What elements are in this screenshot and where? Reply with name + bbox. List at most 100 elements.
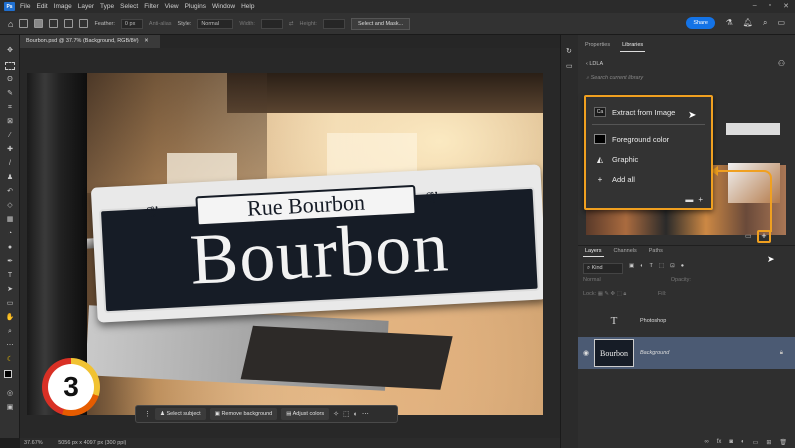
filter-adjust-icon[interactable]: ◐ — [640, 263, 643, 274]
document-tab[interactable]: Bourbon.psd @ 37.7% (Background, RGB/8#)… — [20, 35, 160, 48]
document-image[interactable]: ❦ Rue Bourbon ❦ Bourbon — [27, 73, 543, 415]
eraser-icon[interactable]: ◇ — [5, 202, 15, 210]
select-subject-button[interactable]: ♟ Select subject — [155, 408, 206, 420]
frame-tool-icon[interactable]: ⊠ — [5, 118, 15, 126]
layer-row-selected[interactable]: ◉ Bourbon Background 🔒︎ — [578, 337, 795, 369]
menu-item-add-all[interactable]: + Add all — [594, 174, 635, 184]
zoom-tool-icon[interactable]: ⌕ — [5, 328, 15, 336]
foreground-color-swatch[interactable] — [4, 370, 12, 378]
screen-mode-icon[interactable]: ▣ — [5, 404, 15, 412]
adjustment-icon[interactable]: ◐ — [741, 439, 745, 445]
zoom-level[interactable]: 37.67% — [24, 440, 43, 446]
workspace-icon[interactable]: ▭ — [777, 18, 785, 28]
layer-name[interactable]: Background — [640, 350, 669, 356]
kind-filter-select[interactable]: ⌕ Kind — [583, 263, 623, 274]
library-search-input[interactable]: ⌕ Search current library — [586, 75, 643, 82]
feather-input[interactable]: 0 px — [120, 18, 143, 29]
drag-handle-icon[interactable]: ⋮ — [144, 410, 151, 418]
menu-filter[interactable]: Filter — [144, 3, 158, 10]
brush-tool-icon[interactable]: / — [5, 160, 15, 168]
close-tab-icon[interactable]: ✕ — [144, 38, 149, 44]
library-folder-icon[interactable]: ▭ — [745, 232, 752, 240]
filter-type-icon[interactable]: T — [650, 263, 653, 274]
banana-icon[interactable]: ☾ — [5, 356, 15, 364]
remove-background-button[interactable]: ▣ Remove background — [209, 408, 278, 420]
filter-toggle-icon[interactable]: ● — [681, 263, 684, 274]
select-and-mask-button[interactable]: Select and Mask... — [350, 17, 411, 30]
crop-tool-icon[interactable]: ⌗ — [5, 104, 15, 112]
path-select-icon[interactable]: ➤ — [5, 286, 15, 294]
lock-icons[interactable]: ▦ ✎ ✥ ⬚ 🔒︎ — [598, 291, 627, 297]
trash-icon[interactable]: 🗑︎ — [779, 439, 787, 446]
marquee-tool-icon[interactable] — [5, 62, 15, 70]
mask-icon[interactable]: ◙ — [729, 439, 733, 445]
adjust-colors-button[interactable]: ▤ Adjust colors — [281, 408, 330, 420]
shape-tool-icon[interactable]: ▭ — [5, 300, 15, 308]
menu-layer[interactable]: Layer — [78, 3, 94, 10]
history-icon[interactable]: ↻ — [566, 47, 572, 55]
library-back-link[interactable]: ‹ LDLA — [586, 61, 603, 67]
share-button[interactable]: Share — [686, 17, 715, 29]
search-icon[interactable]: ⌕ — [763, 18, 767, 28]
layer-name[interactable]: Photoshop — [640, 318, 666, 324]
history-brush-icon[interactable]: ↶ — [5, 188, 15, 196]
move-tool-icon[interactable]: ✥ — [5, 47, 15, 55]
menu-item-foreground-color[interactable]: Foreground color — [594, 134, 669, 144]
transform-icon[interactable]: ⬚ — [343, 410, 350, 418]
visibility-eye-icon[interactable]: ◉ — [583, 349, 589, 357]
opacity-label[interactable]: Opacity: — [671, 277, 691, 283]
tab-layers[interactable]: Layers — [583, 246, 604, 257]
comments-icon[interactable]: ▭ — [566, 62, 573, 70]
menu-file[interactable]: File — [20, 3, 30, 10]
home-icon[interactable]: ⌂ — [8, 19, 13, 29]
gradient-tool-icon[interactable]: ▦ — [5, 216, 15, 224]
magic-icon[interactable]: ✧ — [333, 410, 339, 418]
quick-select-icon[interactable]: ✎ — [5, 90, 15, 98]
blend-mode-select[interactable]: Normal — [583, 277, 601, 283]
new-selection-icon[interactable] — [34, 19, 44, 28]
close-icon[interactable]: ✕ — [783, 2, 789, 10]
menu-image[interactable]: Image — [54, 3, 72, 10]
stamp-tool-icon[interactable]: ♟ — [5, 174, 15, 182]
pen-tool-icon[interactable]: ✒ — [5, 258, 15, 266]
minimize-icon[interactable]: – — [753, 2, 757, 10]
menu-item-graphic[interactable]: ◭ Graphic — [594, 154, 638, 164]
filter-shape-icon[interactable]: ⬚ — [659, 263, 664, 274]
menu-select[interactable]: Select — [120, 3, 138, 10]
fx-icon[interactable]: fx — [717, 439, 722, 445]
folder-icon[interactable]: ▬ — [685, 195, 693, 204]
menu-help[interactable]: Help — [241, 3, 254, 10]
bell-icon[interactable]: 🔔︎ — [743, 18, 753, 28]
filter-pixel-icon[interactable]: ▣ — [629, 263, 634, 274]
lasso-tool-icon[interactable]: ʘ — [5, 76, 15, 84]
filter-smart-icon[interactable]: ⊡ — [670, 263, 675, 274]
menu-item-extract-from-image[interactable]: Ca Extract from Image — [594, 107, 675, 117]
antialias-checkbox[interactable]: Anti-alias — [149, 21, 172, 27]
quick-mask-icon[interactable]: ◎ — [5, 390, 15, 398]
menu-view[interactable]: View — [165, 3, 179, 10]
blur-tool-icon[interactable]: ◔ — [5, 230, 15, 238]
new-layer-icon[interactable]: ⊞ — [766, 439, 771, 446]
subtract-selection-icon[interactable] — [64, 19, 74, 28]
tab-libraries[interactable]: Libraries — [620, 40, 646, 52]
contrast-icon[interactable]: ◐ — [354, 411, 358, 418]
tab-properties[interactable]: Properties — [583, 40, 612, 52]
hand-tool-icon[interactable]: ✋ — [5, 314, 15, 322]
style-select[interactable]: Normal — [197, 18, 234, 29]
marquee-tool-icon[interactable] — [19, 19, 29, 28]
group-folder-icon[interactable]: ▭ — [753, 439, 759, 446]
layer-row[interactable]: T Photoshop — [578, 305, 795, 337]
link-icon[interactable]: ∞ — [704, 439, 708, 445]
intersect-selection-icon[interactable] — [79, 19, 89, 28]
type-tool-icon[interactable]: T — [5, 272, 15, 280]
height-input[interactable] — [322, 18, 345, 29]
lock-icon[interactable]: 🔒︎ — [780, 350, 783, 357]
more-options-icon[interactable]: ⋯ — [362, 410, 369, 418]
menu-type[interactable]: Type — [100, 3, 114, 10]
healing-brush-icon[interactable]: ✚ — [5, 146, 15, 154]
dodge-tool-icon[interactable]: ● — [5, 244, 15, 252]
flask-icon[interactable]: ⚗ — [726, 18, 733, 28]
tab-channels[interactable]: Channels — [612, 246, 639, 257]
library-user-icon[interactable]: ⚇ — [778, 59, 785, 68]
swap-icon[interactable]: ⇄ — [289, 21, 294, 27]
